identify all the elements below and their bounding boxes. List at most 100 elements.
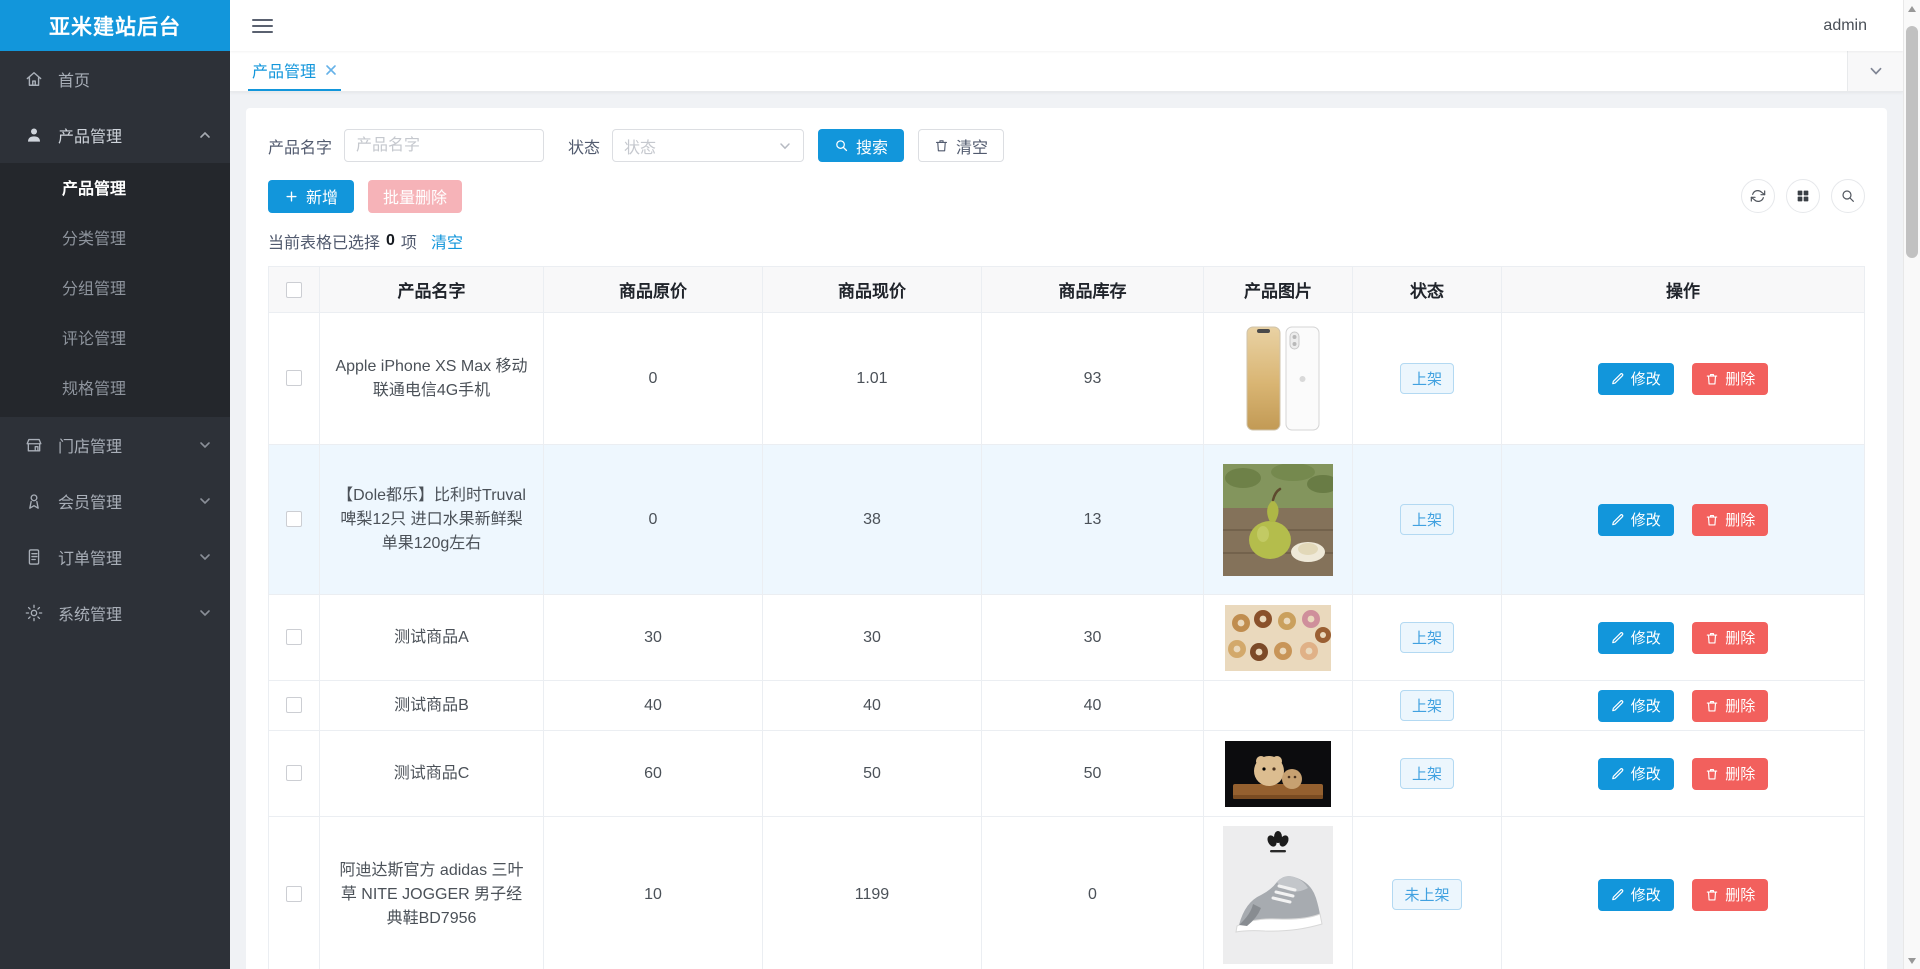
sidebar-item-label: 首页 bbox=[58, 73, 91, 90]
chevron-down-icon bbox=[200, 554, 210, 561]
product-name: 测试商品B bbox=[319, 680, 544, 731]
delete-button[interactable]: 删除 bbox=[1692, 362, 1769, 395]
table-row: 测试商品B 40 40 40 上架 修改 删除 bbox=[268, 680, 1865, 731]
delete-button[interactable]: 删除 bbox=[1692, 689, 1769, 722]
product-table: 产品名字 商品原价 商品现价 商品库存 产品图片 状态 操作 Apple iPh… bbox=[268, 266, 1865, 969]
original-price: 40 bbox=[543, 680, 763, 731]
add-button[interactable]: 新增 bbox=[268, 179, 355, 213]
app-logo: 亚米建站后台 bbox=[0, 0, 230, 51]
original-price: 0 bbox=[543, 444, 763, 595]
row-checkbox[interactable] bbox=[286, 697, 302, 714]
scrollbar-thumb[interactable] bbox=[1906, 26, 1918, 258]
edit-button[interactable]: 修改 bbox=[1597, 689, 1674, 722]
trash-icon bbox=[1706, 768, 1718, 780]
sidebar-item-product-root[interactable]: 产品管理 bbox=[0, 107, 230, 163]
trash-icon bbox=[1706, 889, 1718, 901]
sidebar-subitem-category[interactable]: 分类管理 bbox=[0, 215, 230, 265]
edit-button[interactable]: 修改 bbox=[1597, 621, 1674, 654]
tab-list-dropdown[interactable] bbox=[1847, 51, 1903, 91]
sidebar-subitem-group[interactable]: 分组管理 bbox=[0, 265, 230, 315]
status-select-placeholder: 状态 bbox=[624, 139, 657, 157]
edit-button[interactable]: 修改 bbox=[1597, 757, 1674, 790]
current-price: 30 bbox=[762, 594, 982, 681]
edit-button[interactable]: 修改 bbox=[1597, 503, 1674, 536]
col-product-name: 产品名字 bbox=[319, 266, 544, 313]
current-price: 38 bbox=[762, 444, 982, 595]
chevron-up-icon bbox=[200, 131, 210, 138]
sidebar-item-order[interactable]: 订单管理 bbox=[0, 529, 230, 585]
vertical-scrollbar[interactable] bbox=[1903, 0, 1920, 969]
stock: 30 bbox=[981, 594, 1204, 681]
product-name-input[interactable] bbox=[344, 129, 545, 162]
edit-button[interactable]: 修改 bbox=[1597, 362, 1674, 395]
table-row: 【Dole都乐】比利时Truval啤梨12只 进口水果新鲜梨 单果120g左右 … bbox=[268, 444, 1865, 595]
scroll-down-arrow-icon[interactable] bbox=[1904, 952, 1920, 969]
select-all-checkbox[interactable] bbox=[286, 282, 302, 299]
delete-button[interactable]: 删除 bbox=[1692, 757, 1769, 790]
sidebar-subitem-product[interactable]: 产品管理 bbox=[0, 165, 230, 215]
chevron-down-icon bbox=[200, 610, 210, 617]
col-original-price: 商品原价 bbox=[543, 266, 763, 313]
trash-icon bbox=[1706, 700, 1718, 712]
edit-button[interactable]: 修改 bbox=[1597, 878, 1674, 911]
search-icon bbox=[1842, 190, 1854, 202]
sidebar-subitem-comment[interactable]: 评论管理 bbox=[0, 315, 230, 365]
search-button[interactable]: 搜索 bbox=[818, 129, 905, 162]
sidebar-item-label: 系统管理 bbox=[58, 607, 123, 624]
tab-product-management[interactable]: 产品管理 bbox=[248, 51, 342, 91]
row-checkbox[interactable] bbox=[286, 765, 302, 782]
product-image-pear bbox=[1223, 463, 1333, 576]
trash-icon bbox=[1706, 373, 1718, 385]
product-card: 产品名字 状态 状态 搜索 清空 新增 批量删除 bbox=[246, 108, 1887, 969]
top-header: admin bbox=[230, 0, 1903, 51]
row-checkbox[interactable] bbox=[286, 370, 302, 387]
stock: 0 bbox=[981, 816, 1204, 969]
original-price: 30 bbox=[543, 594, 763, 681]
row-checkbox[interactable] bbox=[286, 511, 302, 528]
col-image: 产品图片 bbox=[1203, 266, 1353, 313]
col-status: 状态 bbox=[1352, 266, 1502, 313]
row-checkbox[interactable] bbox=[286, 886, 302, 903]
product-name: Apple iPhone XS Max 移动联通电信4G手机 bbox=[319, 312, 544, 445]
status-select[interactable]: 状态 bbox=[612, 129, 805, 162]
batch-delete-button[interactable]: 批量删除 bbox=[368, 179, 463, 213]
sidebar-item-member[interactable]: 会员管理 bbox=[0, 473, 230, 529]
tab-close-icon[interactable] bbox=[325, 64, 337, 76]
clear-button[interactable]: 清空 bbox=[918, 129, 1005, 162]
clear-selection-link[interactable]: 清空 bbox=[431, 229, 463, 253]
delete-button[interactable]: 删除 bbox=[1692, 621, 1769, 654]
home-icon bbox=[26, 72, 42, 86]
status-badge: 上架 bbox=[1399, 504, 1454, 535]
table-row: 阿迪达斯官方 adidas 三叶草 NITE JOGGER 男子经典鞋BD795… bbox=[268, 816, 1865, 969]
table-toolbar: 新增 批量删除 bbox=[268, 179, 1865, 213]
density-button[interactable] bbox=[1786, 179, 1820, 213]
user-name[interactable]: admin bbox=[1823, 17, 1867, 35]
user-icon bbox=[28, 128, 40, 142]
chevron-down-icon bbox=[780, 142, 790, 149]
row-checkbox[interactable] bbox=[286, 629, 302, 646]
chevron-down-icon bbox=[200, 498, 210, 505]
original-price: 60 bbox=[543, 730, 763, 817]
hamburger-menu-icon[interactable] bbox=[252, 18, 273, 33]
scroll-up-arrow-icon[interactable] bbox=[1904, 0, 1920, 17]
trash-icon bbox=[1706, 514, 1718, 526]
pencil-icon bbox=[1611, 888, 1624, 900]
pencil-icon bbox=[1611, 699, 1624, 711]
table-header-row: 产品名字 商品原价 商品现价 商品库存 产品图片 状态 操作 bbox=[268, 266, 1865, 313]
product-image-empty bbox=[1203, 680, 1353, 731]
sidebar-item-home[interactable]: 首页 bbox=[0, 51, 230, 107]
tab-bar: 产品管理 bbox=[230, 51, 1903, 92]
product-image-sneaker bbox=[1223, 825, 1333, 964]
sidebar-item-store[interactable]: 门店管理 bbox=[0, 417, 230, 473]
refresh-button[interactable] bbox=[1741, 179, 1775, 213]
status-badge: 上架 bbox=[1399, 622, 1454, 653]
delete-button[interactable]: 删除 bbox=[1692, 503, 1769, 536]
sidebar-subitem-spec[interactable]: 规格管理 bbox=[0, 365, 230, 415]
delete-button[interactable]: 删除 bbox=[1692, 878, 1769, 911]
sidebar-item-system[interactable]: 系统管理 bbox=[0, 585, 230, 641]
gear-icon bbox=[25, 604, 43, 622]
current-price: 1.01 bbox=[762, 312, 982, 445]
column-search-button[interactable] bbox=[1831, 179, 1865, 213]
product-submenu: 产品管理 分类管理 分组管理 评论管理 规格管理 bbox=[0, 163, 230, 417]
sidebar-item-label: 门店管理 bbox=[58, 439, 123, 456]
